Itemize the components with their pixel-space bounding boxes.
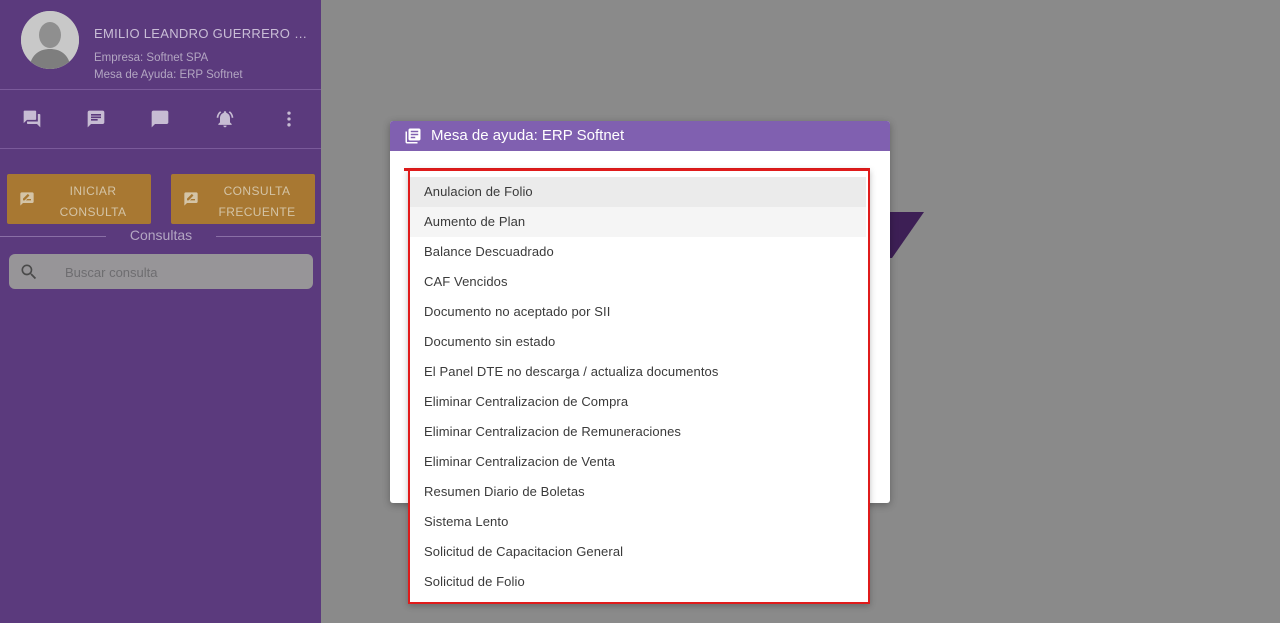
divider — [0, 236, 106, 237]
dropdown-option[interactable]: Anulacion de Folio — [410, 177, 866, 207]
sidebar-icon-bar — [0, 90, 321, 149]
dropdown-option[interactable]: CAF Vencidos — [410, 267, 866, 297]
consulta-frecuente-button[interactable]: CONSULTA FRECUENTE — [171, 174, 315, 224]
dropdown-option[interactable]: Eliminar Centralizacion de Venta — [410, 447, 866, 477]
more-vert-icon[interactable] — [278, 108, 300, 130]
forum-icon[interactable] — [21, 108, 43, 130]
dropdown-option[interactable]: Documento no aceptado por SII — [410, 297, 866, 327]
iniciar-consulta-label: INICIAR CONSULTA — [59, 184, 127, 219]
avatar[interactable] — [21, 11, 79, 69]
modal-header: Mesa de ayuda: ERP Softnet — [390, 121, 890, 151]
dropdown-option[interactable]: Resumen Diario de Boletas — [410, 477, 866, 507]
dropdown-option[interactable]: Solicitud de Folio — [410, 567, 866, 597]
search-input[interactable] — [65, 262, 295, 282]
sidebar: EMILIO LEANDRO GUERRERO CALDERON Empresa… — [0, 0, 321, 623]
user-name: EMILIO LEANDRO GUERRERO CALDERON — [94, 26, 309, 41]
modal-title: Mesa de ayuda: ERP Softnet — [431, 127, 625, 144]
dropdown-option[interactable]: Eliminar Centralizacion de Compra — [410, 387, 866, 417]
dropdown-option[interactable]: Balance Descuadrado — [410, 237, 866, 267]
dropdown-option[interactable]: Solicitud de Capacitacion General — [410, 537, 866, 567]
dropdown-option[interactable]: Documento sin estado — [410, 327, 866, 357]
chat-icon[interactable] — [85, 108, 107, 130]
dropdown-option[interactable]: Sistema Lento — [410, 507, 866, 537]
divider — [216, 236, 321, 237]
search-icon — [19, 262, 39, 282]
user-avatar-icon — [21, 11, 79, 69]
consulta-frecuente-label: CONSULTA FRECUENTE — [218, 184, 296, 219]
dropdown-options: Anulacion de Folio Aumento de Plan Balance… — [410, 177, 866, 597]
dropdown-option[interactable]: Eliminar Centralizacion de Remuneracione… — [410, 417, 866, 447]
dropdown-option[interactable]: El Panel DTE no descarga / actualiza doc… — [410, 357, 866, 387]
alarm-icon[interactable] — [214, 108, 236, 130]
user-help-desk: Mesa de Ayuda: ERP Softnet — [94, 69, 243, 81]
edit-comment-icon — [183, 191, 199, 207]
consultas-heading: Consultas — [129, 227, 193, 243]
user-profile: EMILIO LEANDRO GUERRERO CALDERON Empresa… — [0, 0, 321, 90]
add-comment-icon — [19, 191, 35, 207]
category-dropdown[interactable]: Anulacion de Folio Aumento de Plan Balance… — [408, 169, 870, 604]
library-books-icon — [404, 127, 422, 145]
iniciar-consulta-button[interactable]: INICIAR CONSULTA — [7, 174, 151, 224]
search-box — [9, 254, 313, 289]
dropdown-option[interactable]: Aumento de Plan — [410, 207, 866, 237]
message-icon[interactable] — [149, 108, 171, 130]
user-company: Empresa: Softnet SPA — [94, 52, 209, 64]
